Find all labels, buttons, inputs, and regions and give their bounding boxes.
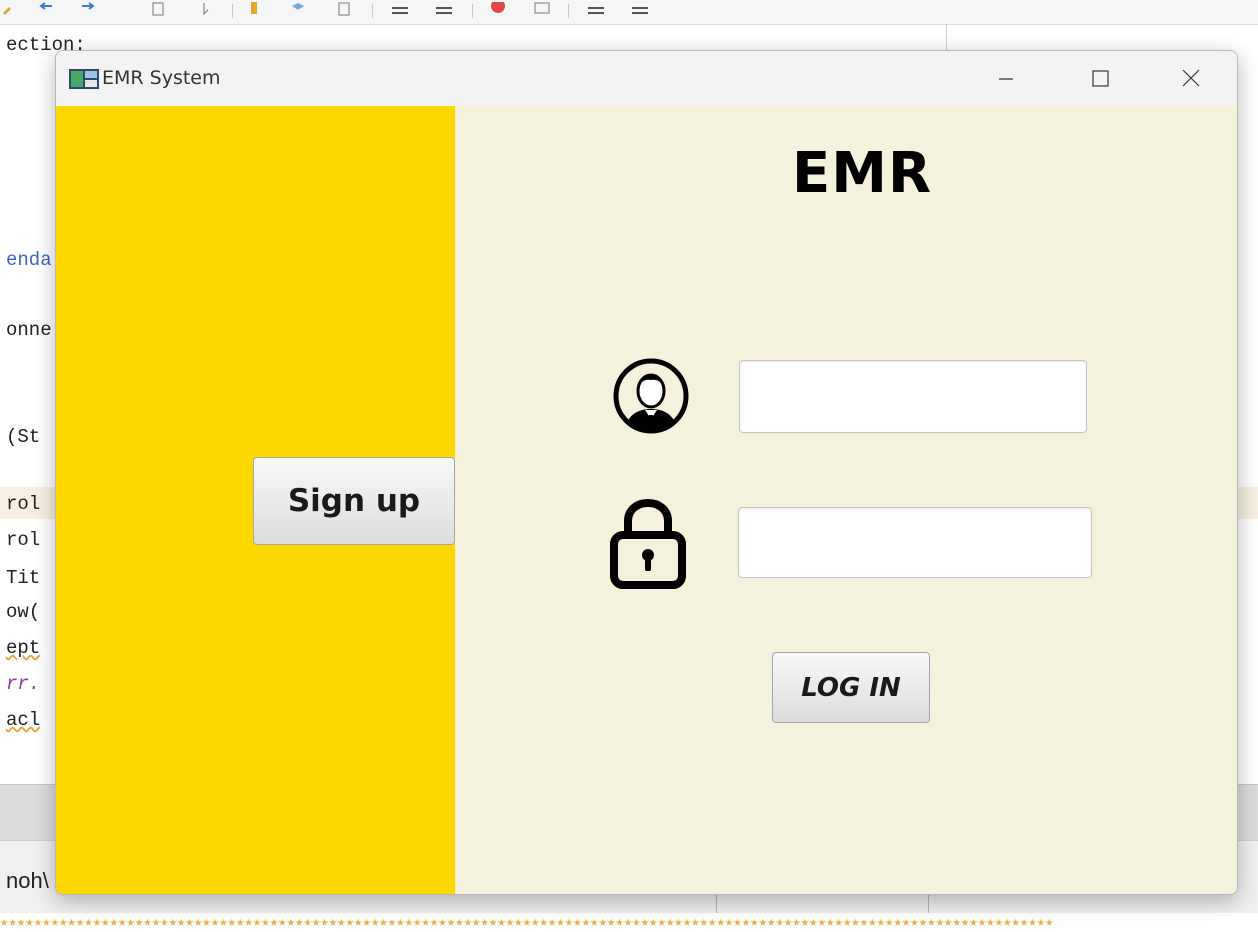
stop-icon[interactable] — [490, 2, 506, 16]
password-input[interactable] — [738, 507, 1092, 578]
ide-toolbar — [0, 0, 1258, 25]
new-file-icon[interactable] — [150, 2, 166, 16]
build-icon[interactable] — [246, 2, 262, 16]
code-line: ow( — [6, 601, 41, 623]
code-line: rol — [6, 529, 41, 551]
emr-window: EMR System Sign up EMR LOG IN — [55, 50, 1238, 895]
forward-arrow-icon[interactable] — [80, 2, 96, 16]
toolbar-separator — [472, 4, 473, 18]
app-icon — [69, 69, 99, 89]
username-input[interactable] — [739, 360, 1087, 433]
close-icon — [1182, 69, 1200, 87]
toolbar-separator — [568, 4, 569, 18]
minimize-icon — [999, 78, 1013, 80]
code-line: onne — [6, 319, 52, 341]
align-icon[interactable] — [436, 2, 452, 16]
window-icon[interactable] — [534, 2, 550, 16]
code-line: ept — [6, 637, 41, 659]
user-avatar-icon — [613, 358, 689, 434]
signup-button[interactable]: Sign up — [253, 457, 455, 545]
maximize-icon — [1092, 70, 1109, 87]
pointer-icon[interactable] — [200, 2, 216, 16]
login-button[interactable]: LOG IN — [772, 652, 930, 723]
close-button[interactable] — [1151, 51, 1231, 106]
window-title: EMR System — [102, 67, 221, 89]
app-heading: EMR — [792, 141, 933, 206]
align-icon[interactable] — [392, 2, 408, 16]
minimize-button[interactable] — [966, 51, 1046, 106]
window-titlebar[interactable]: EMR System — [56, 51, 1237, 106]
align-icon[interactable] — [632, 2, 648, 16]
document-icon[interactable] — [336, 2, 352, 16]
code-line: rol — [6, 493, 41, 515]
maximize-button[interactable] — [1060, 51, 1140, 106]
align-icon[interactable] — [588, 2, 604, 16]
right-panel — [455, 106, 1237, 894]
code-line: Tit — [6, 567, 41, 589]
code-line: enda — [6, 249, 52, 271]
code-line: acl — [6, 709, 41, 731]
code-line: rr. — [6, 673, 41, 695]
decorative-star-border: ★★★★★★★★★★★★★★★★★★★★★★★★★★★★★★★★★★★★★★★★… — [0, 914, 1258, 932]
toolbar-separator — [372, 4, 373, 18]
search-icon[interactable] — [2, 2, 18, 16]
package-icon[interactable] — [290, 2, 306, 16]
padlock-icon — [610, 499, 686, 589]
toolbar-separator — [232, 4, 233, 18]
back-arrow-icon[interactable] — [38, 2, 54, 16]
code-line: (St — [6, 426, 41, 448]
status-path-text: noh\ — [6, 868, 49, 893]
